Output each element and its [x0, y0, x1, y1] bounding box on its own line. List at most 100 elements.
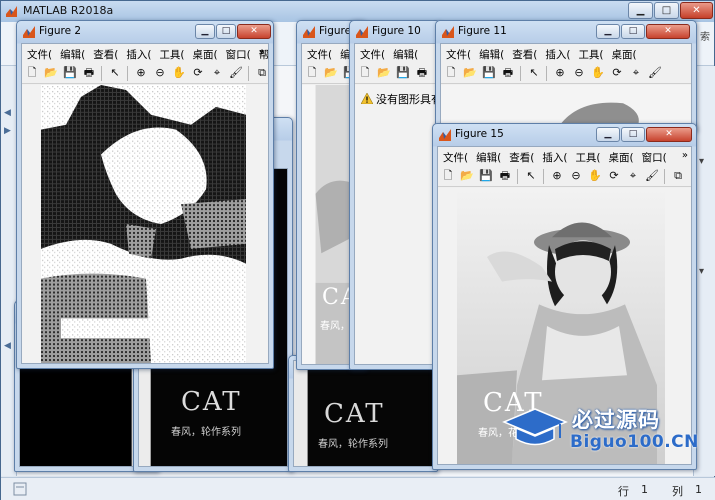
pan-hand-icon[interactable]: ✋	[587, 168, 603, 184]
zoom-out-icon[interactable]: ⊖	[568, 168, 584, 184]
chevron-down-icon[interactable]: ▾	[699, 266, 704, 277]
warning-text: 没有图形具有数	[376, 93, 435, 106]
panel-arrow-icon[interactable]: ◀	[4, 341, 11, 351]
data-cursor-icon[interactable]: ⌖	[628, 65, 644, 81]
print-icon[interactable]: 🖶	[81, 65, 97, 81]
figure-title-bar[interactable]: Figure 11 ▁ □ ✕	[436, 21, 696, 43]
menu-insert[interactable]: 插入(	[121, 44, 154, 62]
menu-insert[interactable]: 插入(	[540, 44, 573, 62]
menu-edit[interactable]: 编辑(	[55, 44, 88, 62]
menu-edit[interactable]: 编辑(	[474, 44, 507, 62]
menu-file[interactable]: 文件(	[441, 44, 474, 62]
figure-window-back-c[interactable]: CAT 春风，轮作系列	[288, 355, 438, 472]
toolbar-separator	[101, 66, 102, 81]
save-icon[interactable]: 💾	[478, 168, 494, 184]
chevron-down-icon[interactable]: ▾	[699, 156, 704, 167]
save-icon[interactable]: 💾	[395, 65, 411, 81]
brush-icon[interactable]: 🖌	[644, 168, 660, 184]
main-minimize-button[interactable]: ▁	[628, 2, 653, 19]
menu-view[interactable]: 查看(	[507, 44, 540, 62]
zoom-in-icon[interactable]: ⊕	[133, 65, 149, 81]
pointer-icon[interactable]: ↖	[523, 168, 539, 184]
zoom-out-icon[interactable]: ⊖	[152, 65, 168, 81]
main-title-bar[interactable]: MATLAB R2018a ▁ □ ✕	[1, 1, 714, 22]
menu-desktop[interactable]: 桌面(	[607, 44, 640, 62]
status-grip-icon	[13, 482, 27, 496]
figure-canvas: 没有图形具有数	[355, 85, 435, 364]
menu-file[interactable]: 文件(	[355, 44, 388, 62]
close-button[interactable]: ✕	[646, 127, 692, 142]
new-figure-icon[interactable]: 🗋	[443, 65, 459, 81]
open-file-icon[interactable]: 📂	[43, 65, 59, 81]
figure-title-bar[interactable]: Figure 10	[350, 21, 440, 43]
rotate-icon[interactable]: ⟳	[606, 168, 622, 184]
menu-insert[interactable]: 插入(	[537, 147, 570, 165]
panel-arrow-icon[interactable]: ◀	[4, 108, 11, 118]
menu-view[interactable]: 查看(	[88, 44, 121, 62]
pan-hand-icon[interactable]: ✋	[171, 65, 187, 81]
new-figure-icon[interactable]: 🗋	[357, 65, 373, 81]
menu-view[interactable]: 查看(	[504, 147, 537, 165]
menu-tools[interactable]: 工具(	[154, 44, 187, 62]
save-icon[interactable]: 💾	[481, 65, 497, 81]
link-plot-icon[interactable]: ⧉	[670, 168, 686, 184]
menu-overflow-icon[interactable]: »	[682, 150, 688, 161]
status-bar: 行 1 列 1	[1, 477, 715, 500]
brush-icon[interactable]: 🖌	[228, 65, 244, 81]
figure-window-11[interactable]: Figure 11 ▁ □ ✕ 文件(编辑(查看(插入(工具(桌面( 🗋 📂 💾 🖶 ↖…	[435, 20, 697, 132]
minimize-button[interactable]: ▁	[596, 24, 620, 39]
main-close-button[interactable]: ✕	[680, 2, 713, 19]
figure-title-bar[interactable]: Figure 15 ▁ □ ✕	[433, 124, 696, 146]
open-file-icon[interactable]: 📂	[323, 65, 339, 81]
menu-tools[interactable]: 工具(	[570, 147, 603, 165]
search-documentation-field[interactable]: 索	[700, 28, 710, 43]
brush-icon[interactable]: 🖌	[647, 65, 663, 81]
matlab-logo-icon	[439, 129, 451, 141]
open-file-icon[interactable]: 📂	[459, 168, 475, 184]
zoom-in-icon[interactable]: ⊕	[549, 168, 565, 184]
menu-overflow-icon[interactable]: »	[259, 47, 265, 58]
menu-tools[interactable]: 工具(	[573, 44, 606, 62]
menu-desktop[interactable]: 桌面(	[188, 44, 221, 62]
figure-window-2[interactable]: Figure 2 ▁ □ ✕ 文件(编辑(查看(插入(工具(桌面(窗口(帮助( …	[16, 20, 274, 369]
zoom-out-icon[interactable]: ⊖	[571, 65, 587, 81]
save-icon[interactable]: 💾	[62, 65, 78, 81]
minimize-button[interactable]: ▁	[195, 24, 215, 39]
pan-hand-icon[interactable]: ✋	[590, 65, 606, 81]
figure-title-bar[interactable]: Figure 2 ▁ □ ✕	[17, 21, 273, 43]
rotate-icon[interactable]: ⟳	[190, 65, 206, 81]
close-button[interactable]: ✕	[646, 24, 690, 39]
print-icon[interactable]: 🖶	[500, 65, 516, 81]
zoom-in-icon[interactable]: ⊕	[552, 65, 568, 81]
rotate-icon[interactable]: ⟳	[609, 65, 625, 81]
maximize-button[interactable]: □	[621, 24, 645, 39]
menu-edit[interactable]: 编辑(	[388, 44, 421, 62]
main-maximize-button[interactable]: □	[654, 2, 679, 19]
menu-window[interactable]: 窗口(	[637, 147, 670, 165]
menu-window[interactable]: 窗口(	[221, 44, 254, 62]
open-file-icon[interactable]: 📂	[462, 65, 478, 81]
link-plot-icon[interactable]: ⧉	[254, 65, 268, 81]
figure-title: Figure 10	[372, 25, 421, 37]
menu-file[interactable]: 文件(	[438, 147, 471, 165]
print-icon[interactable]: 🖶	[414, 65, 430, 81]
pointer-icon[interactable]: ↖	[526, 65, 542, 81]
new-figure-icon[interactable]: 🗋	[304, 65, 320, 81]
new-figure-icon[interactable]: 🗋	[24, 65, 40, 81]
menu-file[interactable]: 文件(	[22, 44, 55, 62]
maximize-button[interactable]: □	[621, 127, 645, 142]
menu-edit[interactable]: 编辑(	[471, 147, 504, 165]
data-cursor-icon[interactable]: ⌖	[625, 168, 641, 184]
print-icon[interactable]: 🖶	[497, 168, 513, 184]
pointer-icon[interactable]: ↖	[107, 65, 123, 81]
maximize-button[interactable]: □	[216, 24, 236, 39]
menu-file[interactable]: 文件(	[302, 44, 335, 62]
data-cursor-icon[interactable]: ⌖	[209, 65, 225, 81]
close-button[interactable]: ✕	[237, 24, 271, 39]
minimize-button[interactable]: ▁	[596, 127, 620, 142]
panel-arrow-icon[interactable]: ▶	[4, 126, 11, 136]
menu-desktop[interactable]: 桌面(	[604, 147, 637, 165]
figure-window-10[interactable]: Figure 10 文件(编辑( 🗋📂💾🖶 没有图形具有数	[349, 20, 441, 370]
open-file-icon[interactable]: 📂	[376, 65, 392, 81]
new-figure-icon[interactable]: 🗋	[440, 168, 456, 184]
